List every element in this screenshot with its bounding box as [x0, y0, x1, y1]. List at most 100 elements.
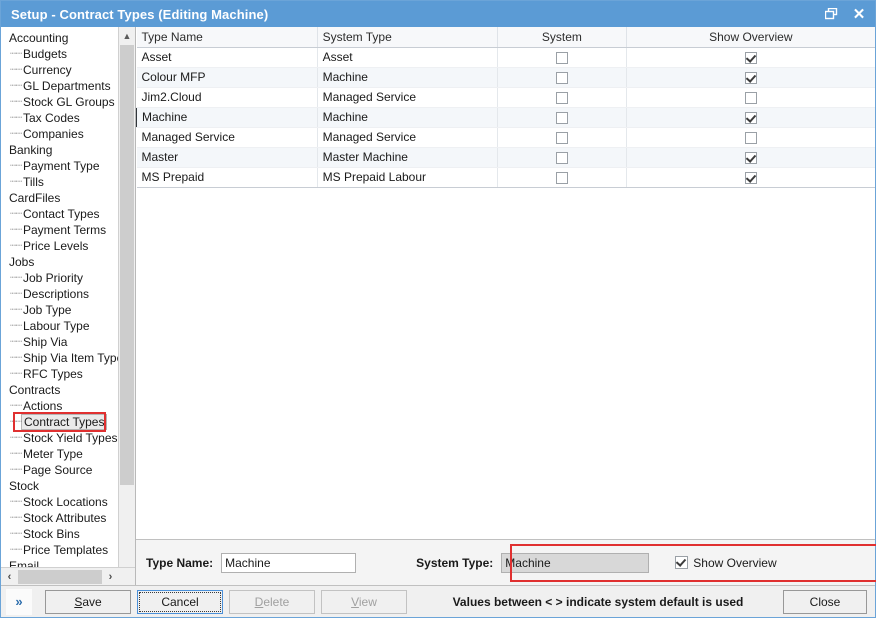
cell-show-overview-checkbox[interactable] — [626, 87, 875, 107]
save-button[interactable]: Save — [45, 590, 131, 614]
checkbox-checked-icon[interactable] — [745, 52, 757, 64]
setup-tree[interactable]: AccountingBudgetsCurrencyGL DepartmentsS… — [1, 27, 135, 567]
checkbox-unchecked-icon[interactable] — [556, 152, 568, 164]
sidebar-item-price-levels[interactable]: Price Levels — [7, 238, 135, 254]
cell-type-name[interactable]: Colour MFP — [137, 67, 318, 87]
sidebar-item-ship-via-item-types[interactable]: Ship Via Item Types — [7, 350, 135, 366]
column-header-system[interactable]: System — [498, 27, 626, 47]
sidebar-item-tax-codes[interactable]: Tax Codes — [7, 110, 135, 126]
cell-system-checkbox[interactable] — [498, 147, 626, 167]
cell-show-overview-checkbox[interactable] — [626, 47, 875, 67]
sidebar-item-stock-bins[interactable]: Stock Bins — [7, 526, 135, 542]
sidebar-item-email[interactable]: Email — [7, 558, 135, 567]
cell-system-checkbox[interactable] — [498, 47, 626, 67]
sidebar-item-job-type[interactable]: Job Type — [7, 302, 135, 318]
sidebar-item-contract-types[interactable]: Contract Types — [7, 414, 135, 430]
cancel-button[interactable]: Cancel — [137, 590, 223, 614]
checkbox-checked-icon[interactable] — [745, 172, 757, 184]
checkbox-unchecked-icon[interactable] — [556, 72, 568, 84]
show-overview-checkbox[interactable] — [675, 556, 688, 569]
sidebar-item-jobs[interactable]: Jobs — [7, 254, 135, 270]
cell-system-type[interactable]: Managed Service — [317, 87, 498, 107]
column-header-system-type[interactable]: System Type — [317, 27, 498, 47]
cell-show-overview-checkbox[interactable] — [626, 127, 875, 147]
sidebar-vertical-scrollbar[interactable]: ▲ ▼ — [118, 27, 135, 585]
cell-type-name[interactable]: Jim2.Cloud — [137, 87, 318, 107]
close-window-icon[interactable]: ✕ — [845, 2, 873, 27]
checkbox-unchecked-icon[interactable] — [556, 92, 568, 104]
sidebar-item-banking[interactable]: Banking — [7, 142, 135, 158]
sidebar-item-contracts[interactable]: Contracts — [7, 382, 135, 398]
sidebar-item-price-templates[interactable]: Price Templates — [7, 542, 135, 558]
sidebar-horizontal-scrollbar[interactable]: ‹ › — [1, 567, 135, 585]
sidebar-item-job-priority[interactable]: Job Priority — [7, 270, 135, 286]
cell-system-checkbox[interactable] — [498, 127, 626, 147]
chevron-left-icon[interactable]: ‹ — [1, 569, 18, 585]
table-row[interactable]: Colour MFPMachine — [137, 67, 876, 87]
double-chevron-right-icon[interactable]: » — [5, 588, 33, 616]
cell-show-overview-checkbox[interactable] — [626, 67, 875, 87]
table-row[interactable]: Managed ServiceManaged Service — [137, 127, 876, 147]
sidebar-item-accounting[interactable]: Accounting — [7, 30, 135, 46]
sidebar-item-payment-type[interactable]: Payment Type — [7, 158, 135, 174]
table-row[interactable]: Jim2.CloudManaged Service — [137, 87, 876, 107]
checkbox-checked-icon[interactable] — [745, 112, 757, 124]
cell-system-checkbox[interactable] — [498, 67, 626, 87]
sidebar-item-page-source[interactable]: Page Source — [7, 462, 135, 478]
sidebar-item-labour-type[interactable]: Labour Type — [7, 318, 135, 334]
checkbox-unchecked-icon[interactable] — [745, 132, 757, 144]
sidebar-item-actions[interactable]: Actions — [7, 398, 135, 414]
sidebar-item-stock-gl-groups[interactable]: Stock GL Groups — [7, 94, 135, 110]
cell-system-type[interactable]: MS Prepaid Labour — [317, 167, 498, 187]
sidebar-item-payment-terms[interactable]: Payment Terms — [7, 222, 135, 238]
table-row[interactable]: AssetAsset — [137, 47, 876, 67]
cell-system-type[interactable]: Master Machine — [317, 147, 498, 167]
cell-show-overview-checkbox[interactable] — [626, 107, 875, 127]
checkbox-unchecked-icon[interactable] — [556, 132, 568, 144]
cell-system-type[interactable]: Asset — [317, 47, 498, 67]
sidebar-item-budgets[interactable]: Budgets — [7, 46, 135, 62]
checkbox-unchecked-icon[interactable] — [745, 92, 757, 104]
close-button[interactable]: Close — [783, 590, 867, 614]
cell-system-checkbox[interactable] — [498, 87, 626, 107]
cell-type-name[interactable]: MS Prepaid — [137, 167, 318, 187]
sidebar-vscroll-thumb[interactable] — [120, 45, 134, 485]
sidebar-hscroll-thumb[interactable] — [18, 570, 102, 584]
cell-system-type[interactable]: Managed Service — [317, 127, 498, 147]
chevron-right-icon[interactable]: › — [102, 569, 119, 585]
show-overview-checkbox-group[interactable]: Show Overview — [675, 556, 776, 570]
sidebar-item-rfc-types[interactable]: RFC Types — [7, 366, 135, 382]
sidebar-item-descriptions[interactable]: Descriptions — [7, 286, 135, 302]
cell-type-name[interactable]: Master — [137, 147, 318, 167]
type-name-input[interactable] — [221, 553, 356, 573]
cell-show-overview-checkbox[interactable] — [626, 147, 875, 167]
column-header-show-overview[interactable]: Show Overview — [626, 27, 875, 47]
sidebar-item-stock-locations[interactable]: Stock Locations — [7, 494, 135, 510]
table-row[interactable]: MachineMachine — [137, 107, 876, 127]
restore-window-icon[interactable] — [817, 2, 845, 26]
sidebar-item-gl-departments[interactable]: GL Departments — [7, 78, 135, 94]
checkbox-unchecked-icon[interactable] — [556, 112, 568, 124]
cell-system-type[interactable]: Machine — [317, 107, 498, 127]
table-row[interactable]: MasterMaster Machine — [137, 147, 876, 167]
sidebar-item-companies[interactable]: Companies — [7, 126, 135, 142]
checkbox-checked-icon[interactable] — [745, 152, 757, 164]
sidebar-item-contact-types[interactable]: Contact Types — [7, 206, 135, 222]
sidebar-item-meter-type[interactable]: Meter Type — [7, 446, 135, 462]
cell-system-type[interactable]: Machine — [317, 67, 498, 87]
cell-system-checkbox[interactable] — [498, 167, 626, 187]
checkbox-checked-icon[interactable] — [745, 72, 757, 84]
checkbox-unchecked-icon[interactable] — [556, 172, 568, 184]
cell-type-name[interactable]: Managed Service — [137, 127, 318, 147]
sidebar-item-ship-via[interactable]: Ship Via — [7, 334, 135, 350]
checkbox-unchecked-icon[interactable] — [556, 52, 568, 64]
sidebar-item-cardfiles[interactable]: CardFiles — [7, 190, 135, 206]
sidebar-item-currency[interactable]: Currency — [7, 62, 135, 78]
sidebar-item-stock-yield-types[interactable]: Stock Yield Types — [7, 430, 135, 446]
sidebar-item-tills[interactable]: Tills — [7, 174, 135, 190]
column-header-type-name[interactable]: Type Name — [137, 27, 318, 47]
cell-show-overview-checkbox[interactable] — [626, 167, 875, 187]
chevron-up-icon[interactable]: ▲ — [119, 27, 135, 44]
cell-system-checkbox[interactable] — [498, 107, 626, 127]
sidebar-item-stock-attributes[interactable]: Stock Attributes — [7, 510, 135, 526]
